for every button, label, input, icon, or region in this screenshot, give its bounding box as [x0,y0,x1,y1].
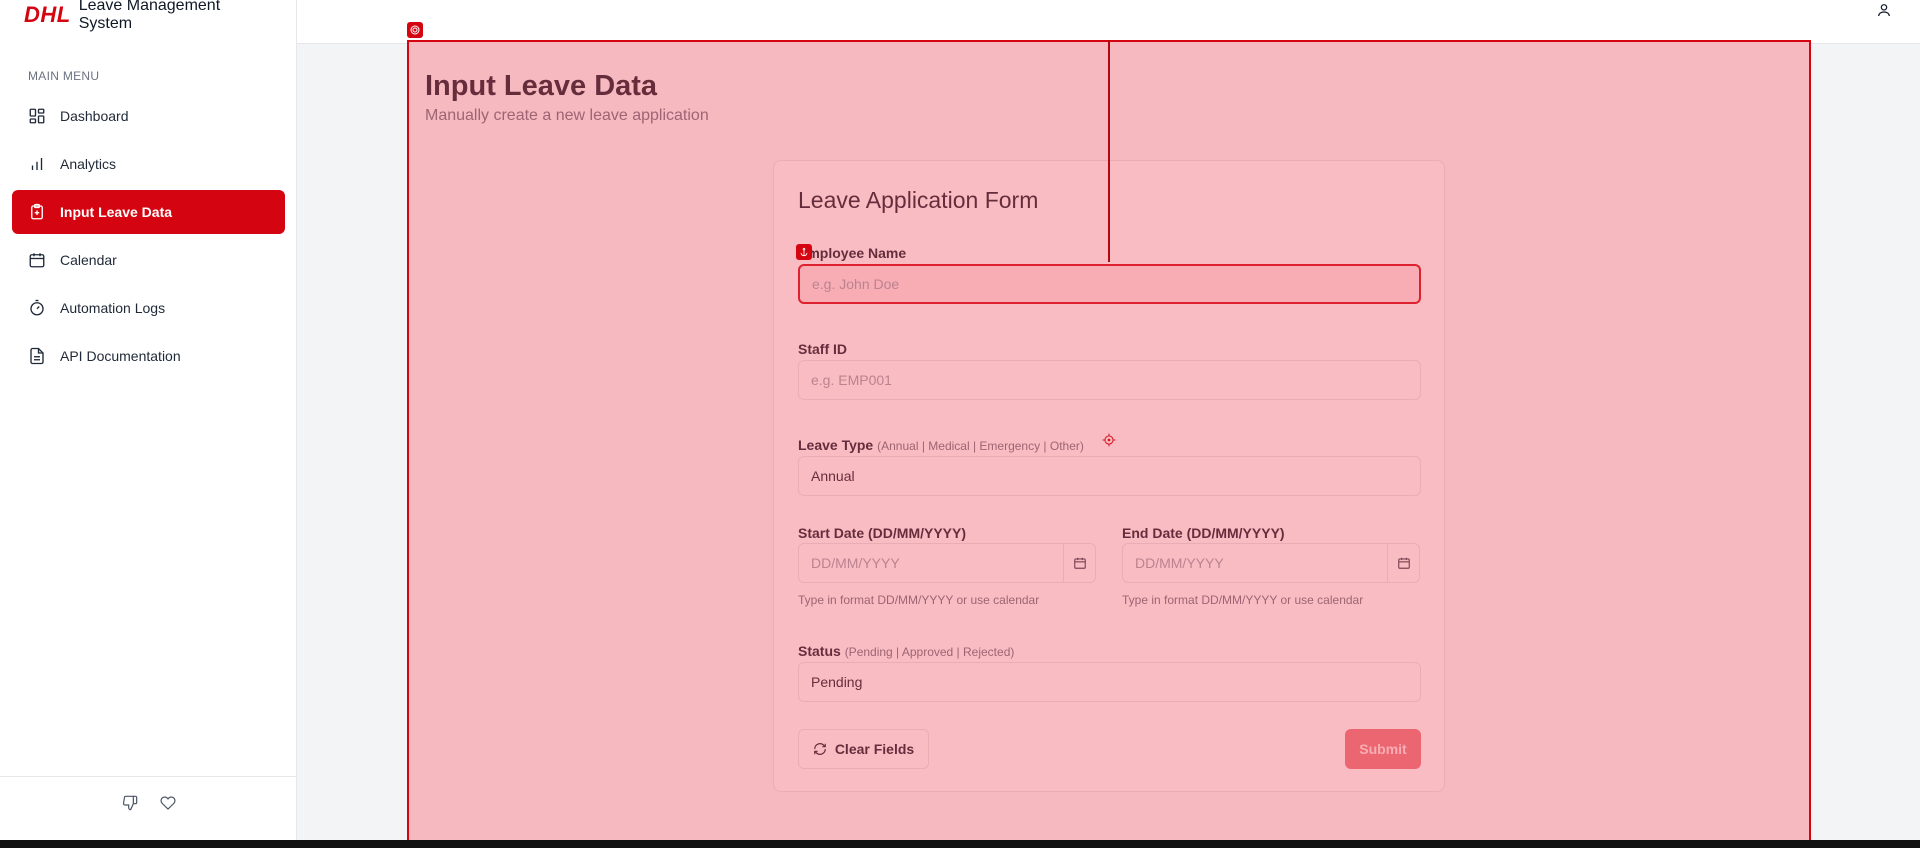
sidebar-item-automation-logs[interactable]: Automation Logs [12,286,285,330]
page-subtitle: Manually create a new leave application [425,107,709,124]
brand: DHL Leave Management System [0,0,296,32]
clear-fields-label: Clear Fields [834,741,915,757]
staff-id-input[interactable] [811,372,1408,388]
connector-line [1108,40,1110,262]
timer-icon [28,299,46,317]
target-badge-icon [407,22,423,38]
sidebar: DHL Leave Management System MAIN MENU Da… [0,0,297,848]
clear-fields-button[interactable]: Clear Fields [798,729,929,769]
calendar-icon [1073,557,1086,569]
menu-heading: MAIN MENU [28,69,100,83]
sidebar-nav: Dashboard Analytics Input Leave Data Cal… [12,94,285,382]
page-title: Input Leave Data [425,70,658,102]
sidebar-item-label: Automation Logs [60,300,166,316]
staff-id-field[interactable] [798,360,1421,400]
sidebar-item-label: Analytics [60,156,117,172]
start-date-label: Start Date (DD/MM/YYYY) [798,525,967,541]
thumbs-down-icon[interactable] [122,795,138,816]
status-label: Status (Pending | Approved | Rejected) [798,643,1014,659]
employee-name-label: Employee Name [798,245,907,261]
sidebar-item-label: API Documentation [60,348,181,364]
calendar-icon [1397,557,1410,569]
calendar-icon [28,251,46,269]
clipboard-plus-icon [28,203,46,221]
status-hint: (Pending | Approved | Rejected) [844,645,1015,659]
start-date-input[interactable] [799,544,1063,582]
refresh-icon [813,743,826,755]
end-date-calendar-button[interactable] [1387,544,1419,582]
leave-type-label: Leave Type (Annual | Medical | Emergency… [798,437,1084,453]
employee-name-input[interactable] [812,276,1407,292]
file-text-icon [28,347,46,365]
sidebar-item-input-leave-data[interactable]: Input Leave Data [12,190,285,234]
brand-logo: DHL [24,2,71,27]
status-value: Pending [811,674,863,690]
staff-id-label: Staff ID [798,341,847,357]
end-date-label: End Date (DD/MM/YYYY) [1122,525,1285,541]
sidebar-item-label: Calendar [60,252,117,268]
leave-type-hint: (Annual | Medical | Emergency | Other) [877,439,1084,453]
anchor-icon [796,244,812,260]
employee-name-field[interactable] [798,264,1421,304]
end-date-input[interactable] [1123,544,1387,582]
leave-type-select[interactable]: Annual [798,456,1421,496]
crosshair-icon [1102,433,1116,447]
leave-type-label-text: Leave Type [798,437,874,453]
sidebar-footer [0,776,297,848]
status-select[interactable]: Pending [798,662,1421,702]
submit-button[interactable]: Submit [1345,729,1421,769]
user-icon[interactable] [1876,2,1894,20]
status-label-text: Status [798,643,841,659]
leave-type-value: Annual [811,468,855,484]
start-date-field[interactable] [798,543,1096,583]
start-date-helper: Type in format DD/MM/YYYY or use calenda… [798,593,1040,607]
sidebar-item-label: Dashboard [60,108,129,124]
sidebar-item-analytics[interactable]: Analytics [12,142,285,186]
taskbar-strip [0,840,1920,848]
sidebar-item-dashboard[interactable]: Dashboard [12,94,285,138]
top-bar [297,0,1920,44]
dashboard-icon [28,107,46,125]
start-date-calendar-button[interactable] [1063,544,1095,582]
end-date-field[interactable] [1122,543,1420,583]
form-title: Leave Application Form [798,187,1039,213]
sidebar-item-label: Input Leave Data [60,204,173,220]
bar-chart-icon [28,155,46,173]
sidebar-item-calendar[interactable]: Calendar [12,238,285,282]
end-date-helper: Type in format DD/MM/YYYY or use calenda… [1122,593,1364,607]
app-title: Leave Management System [78,0,221,32]
sidebar-item-api-documentation[interactable]: API Documentation [12,334,285,378]
heart-icon[interactable] [159,795,176,816]
